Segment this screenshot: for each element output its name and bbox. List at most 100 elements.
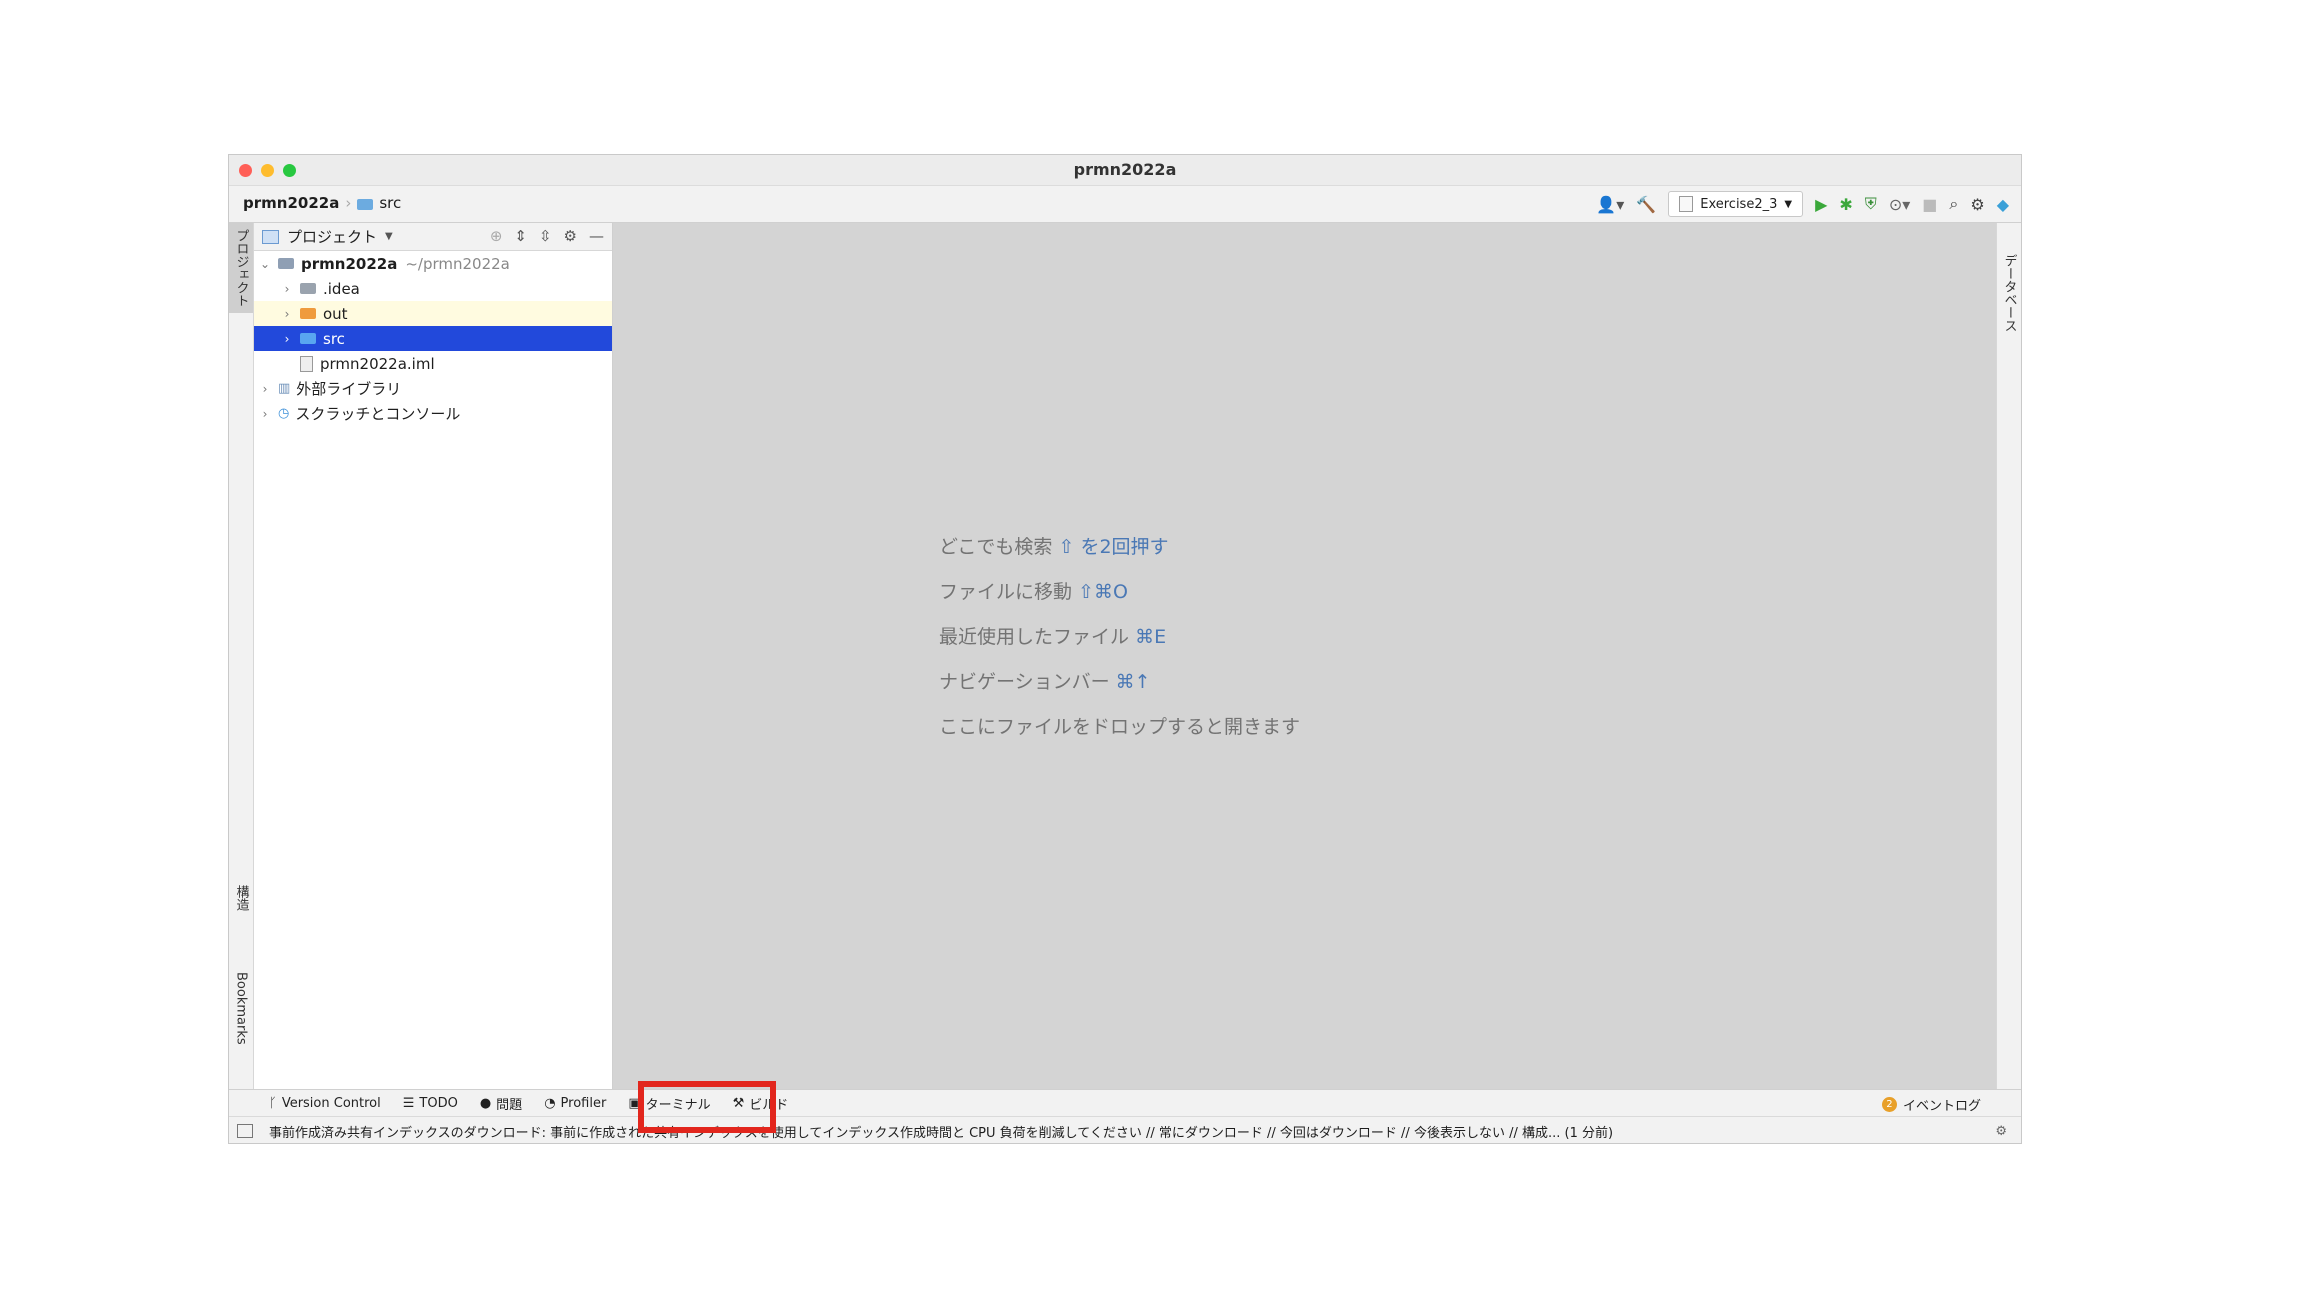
profile-icon[interactable]: ⊙▾: [1889, 195, 1910, 214]
tab-label: Version Control: [281, 1095, 381, 1111]
module-folder-icon: [278, 258, 294, 269]
project-view-selector[interactable]: プロジェクト: [287, 226, 377, 247]
folder-icon: [357, 198, 374, 210]
tree-item-out[interactable]: › out: [254, 301, 612, 326]
chevron-right-icon[interactable]: ›: [280, 282, 294, 296]
hide-panel-icon[interactable]: —: [589, 227, 604, 245]
expand-all-icon[interactable]: ⇕: [514, 227, 527, 245]
branch-icon: ᚴ: [269, 1095, 277, 1111]
scratch-icon: ◷: [278, 406, 290, 421]
stop-icon[interactable]: ■: [1922, 195, 1937, 214]
tab-label: TODO: [419, 1095, 458, 1111]
chevron-right-icon[interactable]: ›: [280, 332, 294, 346]
tab-version-control[interactable]: ᚴ Version Control: [269, 1096, 381, 1111]
navigation-bar: prmn2022a › src 👤▾ 🔨 Exercise2_3 ▼ ▶ ✱ ⛨…: [229, 186, 2021, 223]
editor-area[interactable]: どこでも検索 ⇧ を2回押す ファイルに移動 ⇧⌘O 最近使用したファイル ⌘E…: [613, 223, 1997, 1089]
tree-item-label: prmn2022a.iml: [320, 354, 435, 373]
tree-item-label: スクラッチとコンソール: [295, 405, 461, 423]
hint-navigation-bar: ナビゲーションバー ⌘↑: [939, 671, 1151, 693]
tab-bookmarks-label: Bookmarks: [233, 971, 249, 1045]
status-settings-icon[interactable]: ⚙: [1995, 1124, 2007, 1139]
tree-item-label: src: [323, 329, 345, 348]
project-panel: プロジェクト ▼ ⊕ ⇕ ⇳ ⚙ — ⌄ prmn2022a ~/prmn202…: [254, 223, 613, 1089]
tree-root-name: prmn2022a: [301, 254, 398, 273]
tab-database[interactable]: データベース: [1997, 233, 2021, 353]
project-panel-header: プロジェクト ▼ ⊕ ⇕ ⇳ ⚙ —: [254, 223, 612, 251]
bottom-tool-tabs: ᚴ Version Control ☰ TODO ● 問題 ◔ Profiler…: [229, 1089, 2021, 1116]
build-hammer-icon[interactable]: 🔨: [1636, 195, 1656, 214]
right-tool-strip: データベース: [1996, 223, 2021, 1089]
run-configuration-label: Exercise2_3: [1700, 196, 1778, 212]
file-icon: [1679, 196, 1694, 212]
status-message[interactable]: 事前作成済み共有インデックスのダウンロード: 事前に作成された共有インデックスを…: [269, 1122, 1613, 1141]
tab-database-label: データベース: [2001, 254, 2017, 332]
tab-todo[interactable]: ☰ TODO: [403, 1096, 458, 1111]
gear-icon[interactable]: ⚙: [564, 227, 577, 245]
run-configuration-selector[interactable]: Exercise2_3 ▼: [1668, 191, 1804, 217]
breadcrumb-separator-icon: ›: [345, 194, 352, 212]
event-log-badge: 2: [1881, 1097, 1897, 1112]
highlight-box: [638, 1081, 776, 1133]
toggle-tool-windows-icon[interactable]: [237, 1124, 253, 1138]
editor-empty-hints: どこでも検索 ⇧ を2回押す ファイルに移動 ⇧⌘O 最近使用したファイル ⌘E…: [939, 525, 1300, 750]
coverage-icon[interactable]: ⛨: [1865, 194, 1877, 214]
window-title: prmn2022a: [1073, 160, 1177, 179]
tree-item-iml[interactable]: prmn2022a.iml: [254, 351, 612, 376]
settings-icon[interactable]: ⚙: [1970, 195, 1984, 214]
folder-icon: [300, 308, 316, 319]
list-icon: ☰: [402, 1095, 415, 1111]
tree-item-label: .idea: [323, 279, 360, 298]
tree-root[interactable]: ⌄ prmn2022a ~/prmn2022a: [254, 251, 612, 276]
profiler-icon: ◔: [544, 1095, 556, 1111]
tab-structure-label: 構造: [233, 885, 249, 911]
tab-profiler[interactable]: ◔ Profiler: [544, 1096, 606, 1111]
library-icon: ▥: [278, 381, 291, 396]
event-log-label: イベントログ: [1902, 1099, 1981, 1114]
breadcrumb: prmn2022a › src: [243, 194, 401, 212]
project-tree: ⌄ prmn2022a ~/prmn2022a › .idea › out › …: [254, 251, 612, 426]
title-bar: prmn2022a: [229, 155, 2021, 186]
left-tool-strip: プロジェクト 構造 Bookmarks: [229, 223, 254, 1089]
tree-item-scratches[interactable]: › ◷ スクラッチとコンソール: [254, 401, 612, 426]
run-icon[interactable]: ▶: [1815, 195, 1827, 214]
project-view-icon: [262, 229, 279, 244]
chevron-right-icon[interactable]: ›: [280, 307, 294, 321]
hint-drop-files: ここにファイルをドロップすると開きます: [939, 716, 1301, 738]
main-toolbar: 👤▾ 🔨 Exercise2_3 ▼ ▶ ✱ ⛨ ⊙▾ ■ ⌕ ⚙ ◆: [1596, 191, 2009, 217]
info-icon: ●: [479, 1095, 492, 1111]
ide-window: prmn2022a prmn2022a › src 👤▾ 🔨 Exercise2…: [228, 154, 2022, 1144]
tab-project-label: プロジェクト: [233, 229, 249, 307]
locate-icon[interactable]: ⊕: [490, 227, 503, 245]
tab-project[interactable]: プロジェクト: [229, 223, 253, 313]
tab-structure[interactable]: 構造: [229, 873, 253, 923]
status-bar: 事前作成済み共有インデックスのダウンロード: 事前に作成された共有インデックスを…: [229, 1116, 2021, 1143]
breadcrumb-folder[interactable]: src: [379, 194, 401, 212]
debug-icon[interactable]: ✱: [1839, 195, 1852, 214]
hint-goto-file: ファイルに移動 ⇧⌘O: [939, 581, 1128, 603]
chevron-right-icon[interactable]: ›: [258, 407, 272, 421]
tree-item-idea[interactable]: › .idea: [254, 276, 612, 301]
tree-item-external-libraries[interactable]: › ▥ 外部ライブラリ: [254, 376, 612, 401]
hint-recent-files: 最近使用したファイル ⌘E: [939, 626, 1167, 648]
folder-icon: [300, 283, 316, 294]
collapse-all-icon[interactable]: ⇳: [539, 227, 552, 245]
tab-label: Profiler: [560, 1095, 607, 1111]
breadcrumb-project[interactable]: prmn2022a: [243, 194, 339, 212]
tab-problems[interactable]: ● 問題: [480, 1094, 522, 1113]
plugin-icon[interactable]: ◆: [1997, 195, 2009, 214]
chevron-down-icon: ▼: [1784, 198, 1793, 210]
chevron-down-icon[interactable]: ▼: [385, 231, 393, 242]
tree-item-src[interactable]: › src: [254, 326, 612, 351]
search-icon[interactable]: ⌕: [1949, 194, 1958, 214]
chevron-down-icon[interactable]: ⌄: [258, 257, 272, 271]
tree-item-label: out: [323, 304, 348, 323]
tab-bookmarks[interactable]: Bookmarks: [229, 953, 253, 1063]
tree-item-label: 外部ライブラリ: [296, 380, 402, 398]
tree-root-path: ~/prmn2022a: [405, 254, 510, 273]
tab-label: 問題: [496, 1097, 523, 1113]
event-log-button[interactable]: 2 イベントログ: [1881, 1095, 1981, 1114]
project-panel-actions: ⊕ ⇕ ⇳ ⚙ —: [490, 227, 604, 245]
user-icon[interactable]: 👤▾: [1596, 195, 1624, 214]
chevron-right-icon[interactable]: ›: [258, 382, 272, 396]
hint-search-everywhere: どこでも検索 ⇧ を2回押す: [939, 536, 1169, 558]
